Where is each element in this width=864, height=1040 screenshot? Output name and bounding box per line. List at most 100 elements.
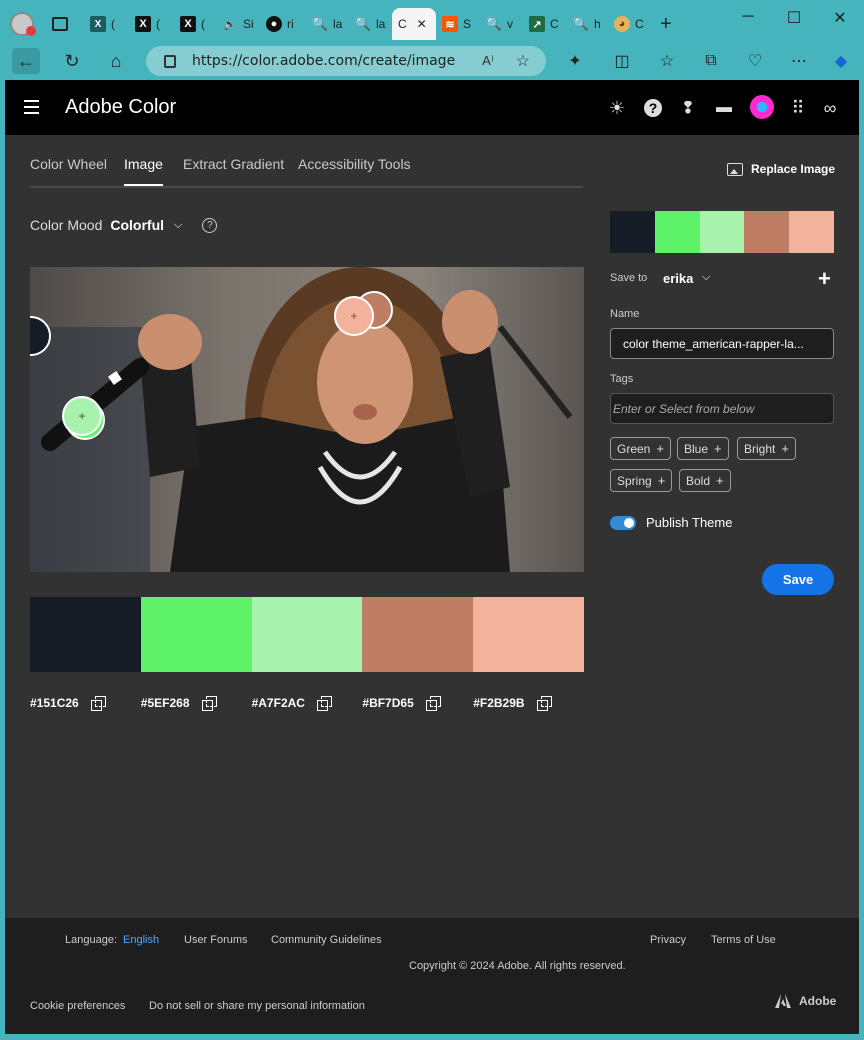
favorites-icon[interactable]: ☆ — [656, 50, 678, 72]
tag-chip[interactable]: Bright + — [737, 437, 796, 460]
copy-icon[interactable] — [201, 696, 217, 711]
picker-light-green[interactable]: + — [62, 396, 102, 436]
browser-tab[interactable]: 🔈 Si — [222, 8, 254, 40]
browser-tab[interactable]: 🔍 v — [486, 8, 513, 40]
swatch-5[interactable] — [473, 597, 584, 672]
add-icon: + — [656, 441, 664, 456]
tab-extract-gradient[interactable]: Extract Gradient — [183, 156, 284, 172]
color-mood: Color Mood Colorful ⌵ ? — [30, 217, 218, 233]
browser-tab-active[interactable]: C ✕ — [392, 8, 436, 40]
chevron-down-icon[interactable]: ⌵ — [174, 219, 182, 232]
tag-chip[interactable]: Spring + — [610, 469, 673, 492]
close-window-icon[interactable]: ✕ — [828, 8, 852, 28]
page-content: Adobe Color ☀ ? ❢ ▬ ⠿ ∞ Color Wheel Imag… — [5, 80, 859, 1034]
source-image[interactable]: + + — [30, 267, 584, 572]
favorite-star-icon[interactable]: ☆ — [516, 51, 530, 71]
tag-chip[interactable]: Bold + — [679, 469, 731, 492]
browser-tab[interactable]: 🔍 h — [573, 8, 601, 40]
browser-tab[interactable]: 🔍 la — [312, 8, 342, 40]
swatch-2[interactable] — [140, 597, 252, 672]
tab-strip: X( X( X( 🔈 Si ● ri 🔍 la 🔍 la C ✕ ≋ S 🔍 v ↗ C 🔍 h … — [0, 0, 864, 42]
x-icon: X — [90, 16, 106, 32]
extensions-icon[interactable]: ✦ — [564, 50, 586, 72]
search-icon: 🔍 — [354, 16, 372, 31]
address-bar[interactable]: https://color.adobe.com/create/image A⁾ … — [146, 46, 546, 76]
replace-image-button[interactable]: Replace Image — [727, 162, 835, 176]
close-tab-icon[interactable]: ✕ — [417, 17, 427, 31]
copy-icon[interactable] — [425, 696, 441, 711]
help-icon[interactable]: ? — [202, 217, 218, 233]
home-icon[interactable]: ⌂ — [102, 48, 130, 74]
browser-tab[interactable]: ◕ C — [614, 8, 644, 40]
collections-icon[interactable]: ⧉ — [700, 50, 722, 72]
github-icon: ● — [266, 16, 282, 32]
help-icon[interactable]: ? — [644, 99, 662, 117]
hex-item: #151C26 — [30, 693, 141, 713]
browser-essentials-icon[interactable]: ♡ — [744, 50, 766, 72]
browser-tab[interactable]: X( — [90, 8, 115, 40]
privacy-link[interactable]: Privacy — [650, 934, 686, 946]
color-mood-select[interactable]: Colorful — [110, 217, 164, 233]
add-icon: + — [716, 473, 724, 488]
new-tab-icon[interactable]: + — [660, 13, 672, 36]
tab-image[interactable]: Image — [124, 156, 163, 186]
user-forums-link[interactable]: User Forums — [184, 934, 248, 946]
photo-illustration — [30, 267, 584, 572]
refresh-icon[interactable]: ↻ — [58, 48, 86, 74]
apps-grid-icon[interactable]: ⠿ — [787, 97, 809, 119]
chart-icon: ↗ — [529, 16, 545, 32]
chevron-down-icon[interactable]: ⌵ — [702, 271, 710, 284]
browser-tab[interactable]: ≋ S — [442, 8, 471, 40]
copy-icon[interactable] — [536, 696, 552, 711]
back-icon[interactable]: ← — [12, 48, 40, 74]
tags-input[interactable]: Enter or Select from below — [610, 393, 834, 424]
swatch-3[interactable] — [251, 597, 363, 672]
tag-chip[interactable]: Blue + — [677, 437, 729, 460]
menu-icon[interactable] — [24, 100, 39, 114]
browser-tab[interactable]: X( — [180, 8, 205, 40]
language-select[interactable]: English — [123, 934, 159, 946]
cookie-preferences-link[interactable]: Cookie preferences — [30, 1000, 125, 1012]
app-title: Adobe Color — [65, 96, 177, 118]
tab-accessibility-tools[interactable]: Accessibility Tools — [298, 156, 411, 172]
theme-name-input[interactable]: color theme_american-rapper-la... — [610, 328, 834, 359]
swatch-1[interactable] — [30, 597, 141, 672]
soundcloud-icon: ≋ — [442, 16, 458, 32]
save-button[interactable]: Save — [762, 564, 834, 595]
community-guidelines-link[interactable]: Community Guidelines — [271, 934, 382, 946]
swatch-4[interactable] — [362, 597, 474, 672]
read-aloud-icon[interactable]: A⁾ — [482, 53, 494, 69]
browser-tab[interactable]: ↗ C — [529, 8, 559, 40]
theme-toggle-icon[interactable]: ☀ — [606, 97, 628, 119]
terms-link[interactable]: Terms of Use — [711, 934, 776, 946]
tag-chip[interactable]: Green + — [610, 437, 671, 460]
cat-icon: ◕ — [614, 16, 630, 32]
hex-item: #F2B29B — [473, 693, 584, 713]
picker-peach[interactable]: + — [334, 296, 374, 336]
creative-cloud-icon[interactable]: ∞ — [819, 97, 841, 119]
user-avatar[interactable] — [750, 95, 774, 119]
maximize-icon[interactable]: ☐ — [782, 8, 806, 28]
tags-label: Tags — [610, 373, 634, 385]
profile-avatar[interactable] — [10, 12, 36, 36]
more-icon[interactable]: ⋯ — [788, 50, 810, 72]
minimize-icon[interactable]: ─ — [736, 8, 760, 26]
lock-icon — [164, 54, 176, 68]
tab-color-wheel[interactable]: Color Wheel — [30, 156, 107, 172]
split-screen-icon[interactable]: ◫ — [611, 50, 633, 72]
copilot-icon[interactable]: ◆ — [830, 50, 852, 72]
add-library-icon[interactable]: + — [818, 266, 831, 292]
tab-actions-icon[interactable] — [52, 17, 68, 31]
do-not-sell-link[interactable]: Do not sell or share my personal informa… — [149, 1000, 365, 1012]
x-icon: X — [135, 16, 151, 32]
report-icon[interactable]: ❢ — [677, 97, 699, 119]
adobe-logo[interactable]: Adobe — [775, 994, 836, 1008]
save-to-library[interactable]: erika — [663, 271, 693, 286]
chat-icon[interactable]: ▬ — [713, 97, 735, 119]
publish-toggle[interactable] — [610, 516, 636, 530]
copy-icon[interactable] — [316, 696, 332, 711]
browser-tab[interactable]: X( — [135, 8, 160, 40]
browser-tab[interactable]: 🔍 la — [355, 8, 385, 40]
copy-icon[interactable] — [90, 696, 106, 711]
browser-tab[interactable]: ● ri — [266, 8, 294, 40]
